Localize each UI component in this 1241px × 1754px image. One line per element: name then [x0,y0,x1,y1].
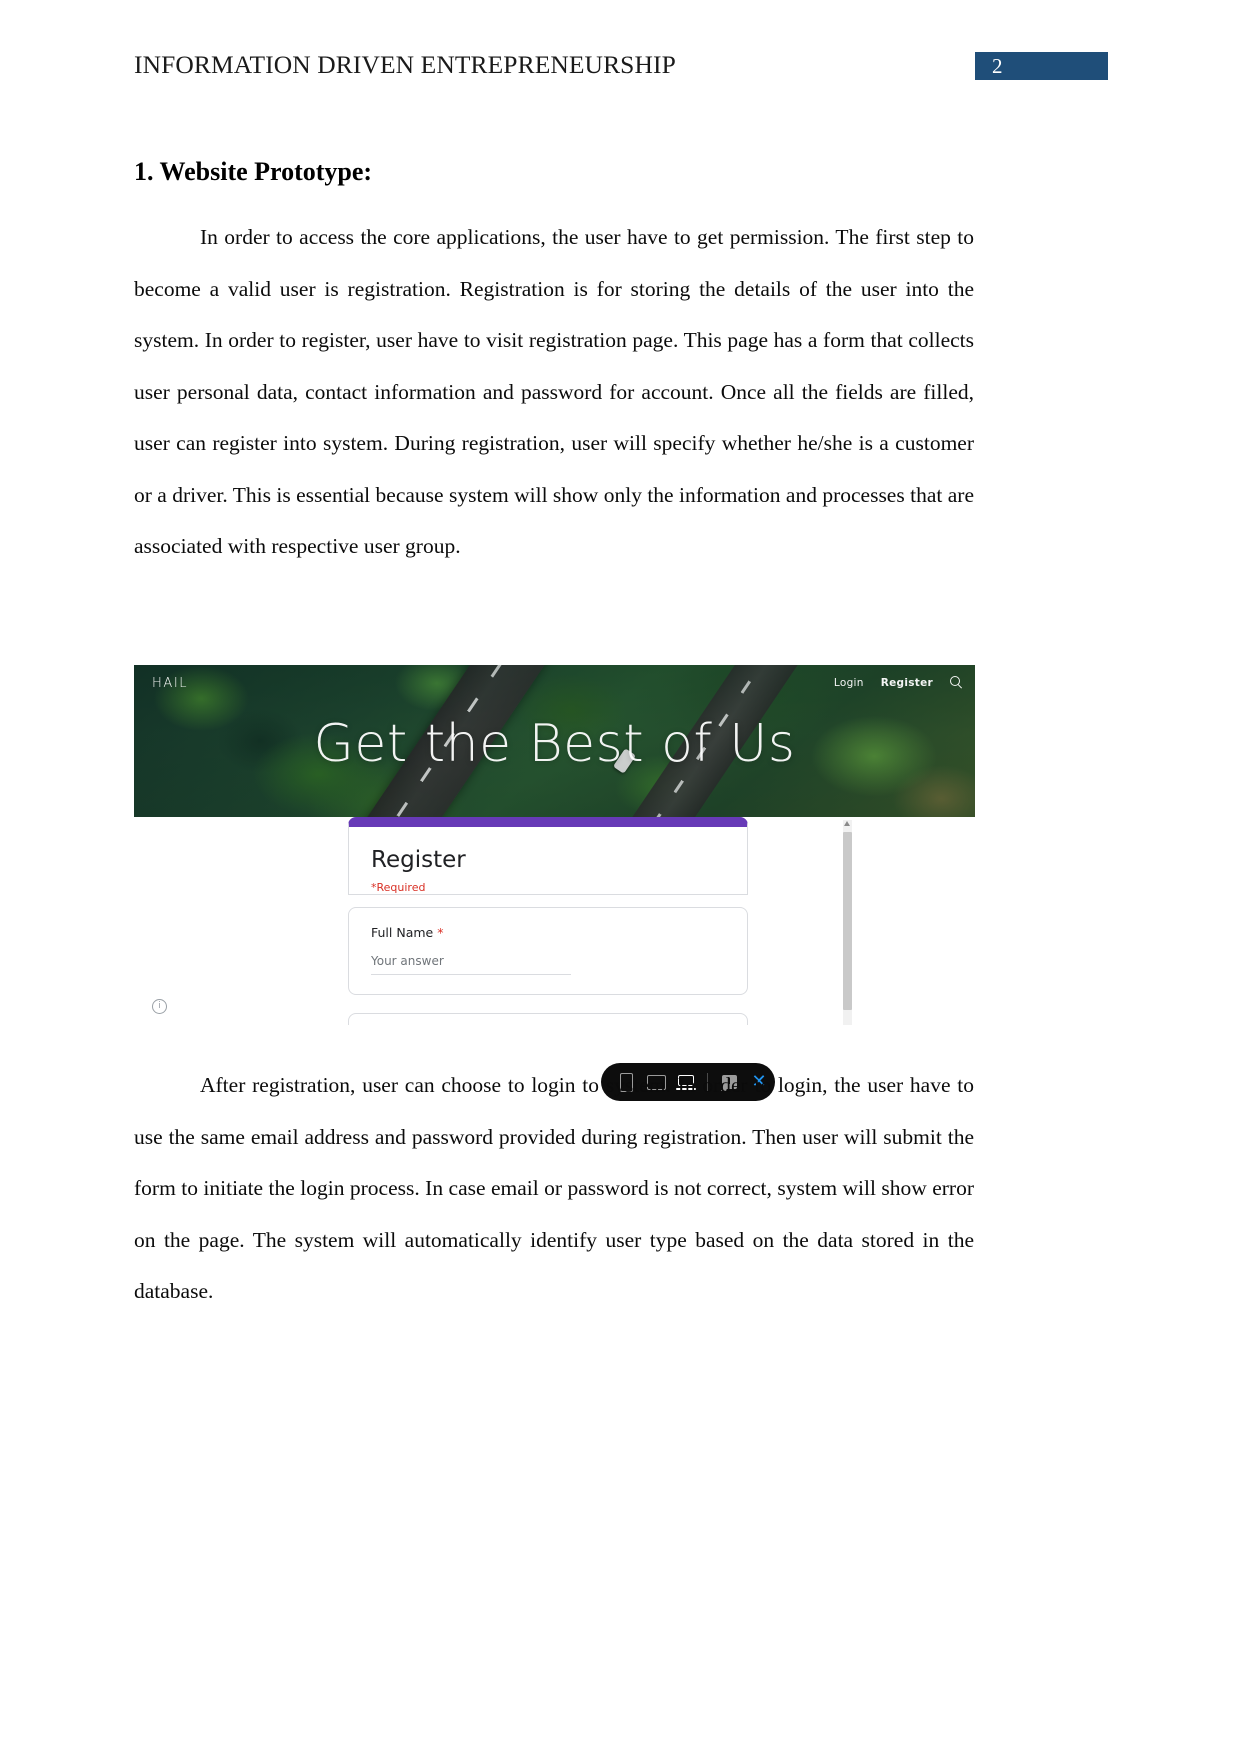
running-header: INFORMATION DRIVEN ENTREPRENEURSHIP 2 [0,48,1241,88]
paragraph-two-text: After registration, user can choose to l… [134,1073,974,1303]
site-nav: Login Register [834,676,963,689]
nav-register[interactable]: Register [881,677,933,689]
form-question-next-partial: Email [348,1013,748,1025]
required-note: *Required [371,881,426,894]
header-title: INFORMATION DRIVEN ENTREPRENEURSHIP [134,50,676,79]
question-label-text: Full Name [371,925,434,940]
form-title: Register [371,847,466,873]
question-label: Full Name * [371,925,443,940]
scroll-up-arrow-icon[interactable] [844,821,850,826]
document-page: INFORMATION DRIVEN ENTREPRENEURSHIP 2 1.… [0,0,1241,1754]
site-logo[interactable]: HAIL [152,676,188,691]
full-name-input[interactable]: Your answer [371,954,571,975]
search-icon[interactable] [950,676,963,689]
hero-banner: HAIL Login Register Get the Best of Us [134,665,975,817]
paragraph-one-text: In order to access the core applications… [134,225,974,558]
hero-headline: Get the Best of Us [313,714,796,774]
page-number-badge: 2 [975,52,1108,80]
paragraph-one: In order to access the core applications… [134,212,974,573]
section-heading: 1. Website Prototype: [134,157,373,186]
scrollbar-thumb[interactable] [843,832,852,1010]
paragraph-two: After registration, user can choose to l… [134,1060,974,1318]
preview-scrollbar[interactable] [843,820,852,1025]
website-prototype-screenshot: HAIL Login Register Get the Best of Us R… [134,665,975,1025]
required-star: * [433,925,444,940]
register-form-header-card: Register *Required [348,817,748,895]
form-question-full-name: Full Name * Your answer [348,907,748,995]
nav-login[interactable]: Login [834,677,864,689]
info-icon[interactable]: i [152,999,167,1014]
